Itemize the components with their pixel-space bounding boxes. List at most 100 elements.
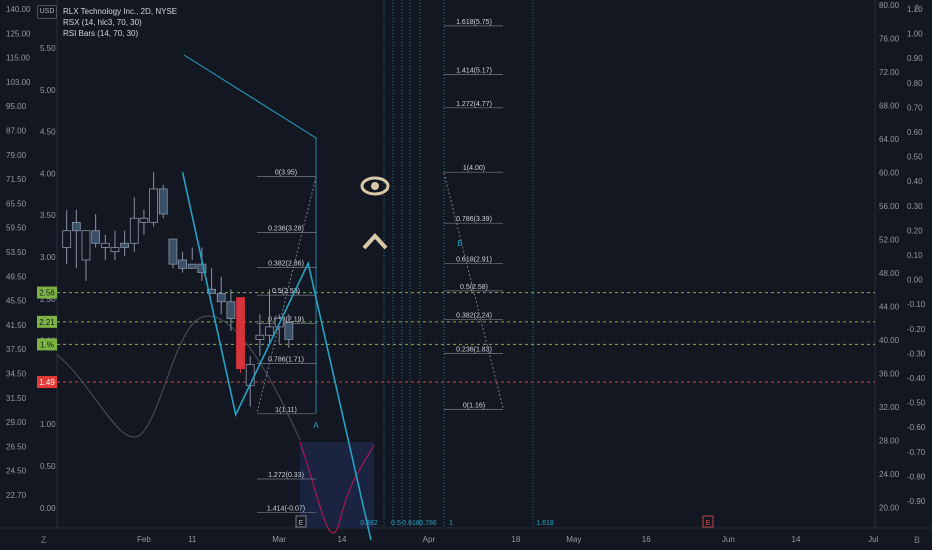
right-rsx-tick: 56.00 — [879, 202, 900, 211]
right-rsi-tick: 0.80 — [907, 79, 923, 88]
right-rsx-tick: 80.00 — [879, 1, 900, 10]
fib-right-label: 0(1.16) — [463, 403, 485, 410]
indicator-rsx-label[interactable]: RSX (14, hlc3, 70, 30) — [63, 17, 177, 28]
candle-body — [216, 293, 226, 303]
left-price-tick: 4.00 — [40, 169, 56, 178]
candle-body — [100, 242, 110, 248]
left-log-tick: 31.50 — [6, 394, 27, 403]
fib-right-label: 1.414(5.17) — [456, 67, 492, 74]
fib-right-label: 0.786(3.39) — [456, 216, 492, 223]
candle-body — [71, 221, 81, 232]
time-tick: Feb — [137, 535, 151, 544]
left-log-tick: 115.00 — [6, 54, 30, 63]
price-chart[interactable]: 140.00125.00115.00103.0095.0087.0079.007… — [0, 0, 932, 550]
symbol-title[interactable]: RLX Technology Inc., 2D, NYSE — [63, 6, 177, 17]
right-rsx-tick: 28.00 — [879, 437, 900, 446]
right-rsx-tick: 24.00 — [879, 470, 900, 479]
right-rsx-tick: 48.00 — [879, 269, 900, 278]
price-level-label: 2.56 — [39, 289, 55, 298]
right-rsi-tick: -0.50 — [907, 399, 926, 408]
settings-corner[interactable]: B — [914, 535, 920, 545]
price-level-label: 2.21 — [39, 318, 55, 327]
fib-right-label: 1.618(5.75) — [456, 19, 492, 26]
price-level-label: 1.% — [40, 340, 54, 349]
candle-body — [178, 259, 187, 269]
right-rsi-tick: 0.30 — [907, 202, 923, 211]
left-log-tick: 95.00 — [6, 102, 27, 111]
right-rsi-tick: 0.70 — [907, 103, 923, 112]
indicator-rsi-bars-label[interactable]: RSI Bars (14, 70, 30) — [63, 28, 177, 39]
candle-body — [265, 326, 274, 336]
right-rsx-tick: 40.00 — [879, 336, 900, 345]
candle-body — [129, 217, 139, 244]
left-log-tick: 140.00 — [6, 5, 31, 14]
left-log-tick: 125.00 — [6, 29, 31, 38]
left-price-tick: 5.50 — [40, 44, 56, 53]
right-rsx-tick: 68.00 — [879, 102, 900, 111]
pattern-label-b: B — [457, 239, 462, 248]
legend: RLX Technology Inc., 2D, NYSE RSX (14, h… — [63, 6, 177, 39]
eye-pupil — [371, 182, 379, 190]
left-log-tick: 29.00 — [6, 418, 27, 427]
candle-body — [158, 188, 168, 215]
left-price-tick: 1.00 — [40, 420, 56, 429]
candle-body — [168, 238, 178, 265]
right-rsi-tick: 0.20 — [907, 226, 923, 235]
fib-left-label: 0.382(2.86) — [268, 261, 304, 268]
candle-body — [149, 188, 159, 223]
time-tick: 14 — [792, 535, 801, 544]
candle-body — [62, 230, 72, 248]
right-rsx-tick: 60.00 — [879, 169, 900, 178]
fib-left-label: 0.236(3.28) — [268, 225, 304, 232]
right-rsi-tick: 0.50 — [907, 153, 923, 162]
earnings-label: E — [706, 520, 711, 527]
candle-body — [187, 263, 197, 269]
chart-area[interactable]: 140.00 125.00 115.00 103.00 95.00 87.00 79.00 7… — [0, 0, 932, 550]
auto-scale-corner[interactable]: A — [914, 3, 920, 13]
time-fib-label: 0.5 — [391, 520, 401, 527]
right-rsx-tick: 44.00 — [879, 303, 900, 312]
left-log-tick: 24.50 — [6, 467, 27, 476]
right-rsi-tick: 0.90 — [907, 54, 923, 63]
time-fib-label: 1.618 — [536, 520, 554, 527]
left-log-tick: 26.50 — [6, 442, 27, 451]
fib-right-label: 0.5(2.58) — [460, 284, 488, 291]
fib-right-label: 0.236(1.83) — [456, 347, 492, 354]
fib-left-label: 1(1.11) — [275, 407, 297, 414]
time-tick: 18 — [511, 535, 520, 544]
fib-left-label: 0.786(1.71) — [268, 357, 304, 364]
right-rsx-tick: 32.00 — [879, 403, 900, 412]
left-log-tick: 59.50 — [6, 224, 27, 233]
fib-right-label: 0.382(2.24) — [456, 312, 492, 319]
currency-badge[interactable]: USD — [37, 5, 57, 19]
candle-body — [139, 217, 149, 223]
time-tick: Jul — [868, 535, 878, 544]
timezone-corner[interactable]: Z — [41, 535, 47, 545]
right-rsi-tick: 0.10 — [907, 251, 923, 260]
left-log-tick: 103.00 — [6, 78, 31, 87]
fib-right-label: 1.272(4.77) — [456, 101, 492, 108]
price-level-label: 1.49 — [39, 378, 55, 387]
right-rsi-tick: -0.80 — [907, 472, 926, 481]
fib-left-label: 0(3.95) — [275, 169, 297, 176]
candle-body — [245, 364, 255, 386]
left-log-tick: 45.50 — [6, 297, 27, 306]
left-log-tick: 41.50 — [6, 321, 27, 330]
left-price-tick: 3.00 — [40, 253, 56, 262]
time-tick: Apr — [423, 535, 436, 544]
left-log-tick: 49.50 — [6, 272, 27, 281]
time-fib-label: 0.786 — [419, 520, 437, 527]
right-rsi-tick: -0.30 — [907, 349, 926, 358]
left-price-tick: 3.50 — [40, 211, 56, 220]
right-rsi-tick: -0.20 — [907, 325, 926, 334]
right-rsi-tick: -0.90 — [907, 497, 926, 506]
left-log-tick: 37.50 — [6, 345, 27, 354]
fib-left-label: 1.272(0.33) — [268, 472, 304, 479]
time-tick: May — [566, 535, 581, 544]
rsi-zone-box — [300, 442, 374, 528]
right-rsx-tick: 52.00 — [879, 236, 900, 245]
candle-body — [284, 322, 294, 340]
time-fib-label: 0.382 — [360, 520, 378, 527]
time-tick: Mar — [272, 535, 286, 544]
right-rsx-tick: 76.00 — [879, 35, 900, 44]
